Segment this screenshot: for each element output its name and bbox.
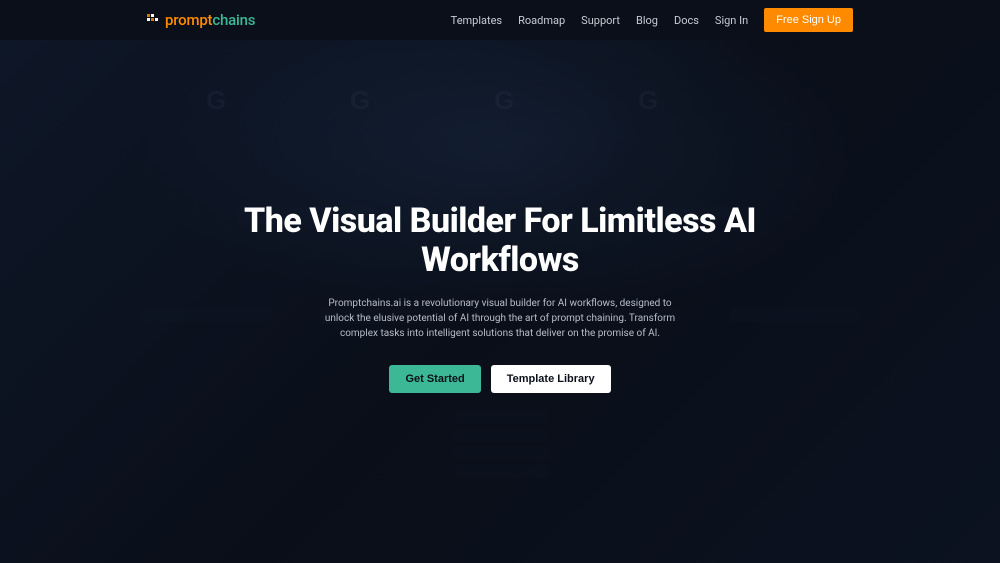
logo-text: promptchains — [165, 11, 255, 29]
hero-section: G G G G The Visual Builder For Limitless… — [0, 40, 1000, 563]
template-library-button[interactable]: Template Library — [491, 365, 611, 393]
logo-text-prompt: prompt — [165, 11, 212, 29]
nav-docs[interactable]: Docs — [674, 14, 699, 27]
nav-signin[interactable]: Sign In — [715, 14, 748, 27]
header: promptchains Templates Roadmap Support B… — [0, 0, 1000, 40]
bg-glyph-icon: G — [350, 85, 370, 116]
logo-icon — [147, 14, 159, 26]
hero-subtitle: Promptchains.ai is a revolutionary visua… — [320, 296, 680, 341]
bg-node — [454, 464, 548, 478]
hero-title: The Visual Builder For Limitless AI Work… — [240, 202, 760, 280]
bg-glyph-icon: G — [638, 85, 658, 116]
logo[interactable]: promptchains — [147, 11, 255, 29]
bg-glyph-icon: G — [494, 85, 514, 116]
nav: Templates Roadmap Support Blog Docs Sign… — [451, 8, 853, 32]
bg-node — [454, 428, 548, 442]
bg-glyph-icon: G — [206, 85, 226, 116]
logo-text-chains: chains — [212, 11, 255, 29]
nav-roadmap[interactable]: Roadmap — [518, 14, 565, 27]
nav-blog[interactable]: Blog — [636, 14, 658, 27]
bg-node — [454, 446, 548, 460]
hero-content: The Visual Builder For Limitless AI Work… — [240, 202, 760, 393]
bg-node — [454, 410, 548, 424]
get-started-button[interactable]: Get Started — [389, 365, 480, 393]
nav-support[interactable]: Support — [581, 14, 620, 27]
signup-button[interactable]: Free Sign Up — [764, 8, 853, 32]
hero-buttons: Get Started Template Library — [240, 365, 760, 393]
nav-templates[interactable]: Templates — [451, 14, 502, 27]
